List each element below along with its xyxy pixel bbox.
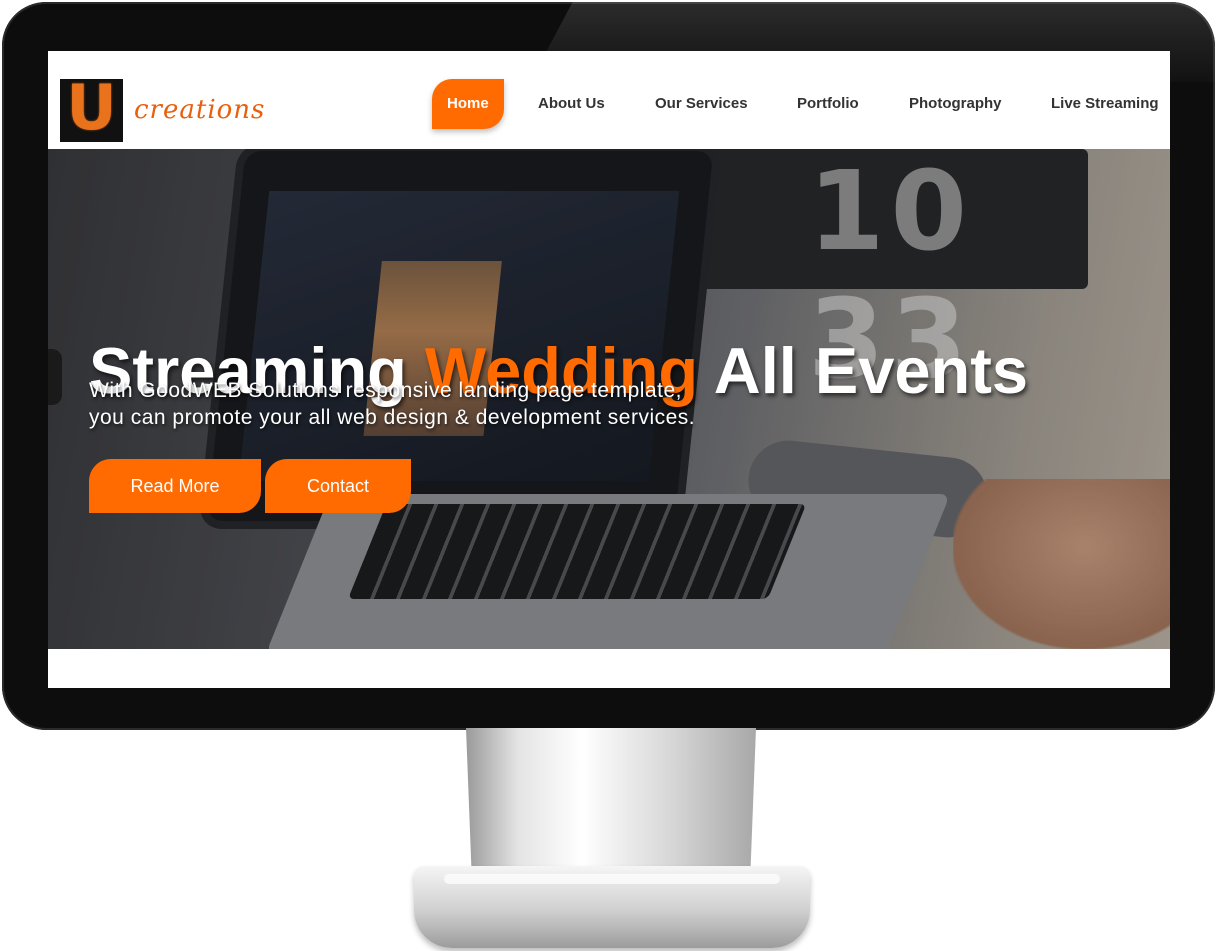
contact-button[interactable]: Contact bbox=[265, 459, 411, 513]
logo-icon[interactable]: U bbox=[60, 70, 123, 144]
hero-banner: 10 33 Streaming Wedding All Events With … bbox=[48, 149, 1170, 649]
website-screen: U creations Home About Us Our Services P… bbox=[48, 51, 1170, 688]
hero-subtitle: With GoodWEB Solutions responsive landin… bbox=[89, 377, 809, 431]
nav-item-live-streaming[interactable]: Live Streaming bbox=[1051, 79, 1159, 129]
slider-prev-handle[interactable] bbox=[48, 349, 62, 405]
site-header: U creations Home About Us Our Services P… bbox=[48, 51, 1170, 149]
nav-item-our-services[interactable]: Our Services bbox=[655, 79, 748, 129]
hero-subtitle-line2: you can promote your all web design & de… bbox=[89, 406, 696, 429]
nav-item-portfolio[interactable]: Portfolio bbox=[797, 79, 859, 129]
monitor-stand-base bbox=[414, 866, 810, 948]
nav-item-about-us[interactable]: About Us bbox=[538, 79, 605, 129]
logo-letter: U bbox=[66, 70, 117, 144]
logo-text[interactable]: creations bbox=[134, 95, 265, 125]
monitor-stand-neck bbox=[466, 728, 756, 878]
hero-subtitle-line1: With GoodWEB Solutions responsive landin… bbox=[89, 379, 682, 402]
content-area bbox=[48, 649, 1170, 688]
nav-item-home[interactable]: Home bbox=[432, 79, 504, 129]
read-more-button[interactable]: Read More bbox=[89, 459, 261, 513]
nav-item-photography[interactable]: Photography bbox=[909, 79, 1002, 129]
monitor-bezel: U creations Home About Us Our Services P… bbox=[2, 2, 1215, 730]
